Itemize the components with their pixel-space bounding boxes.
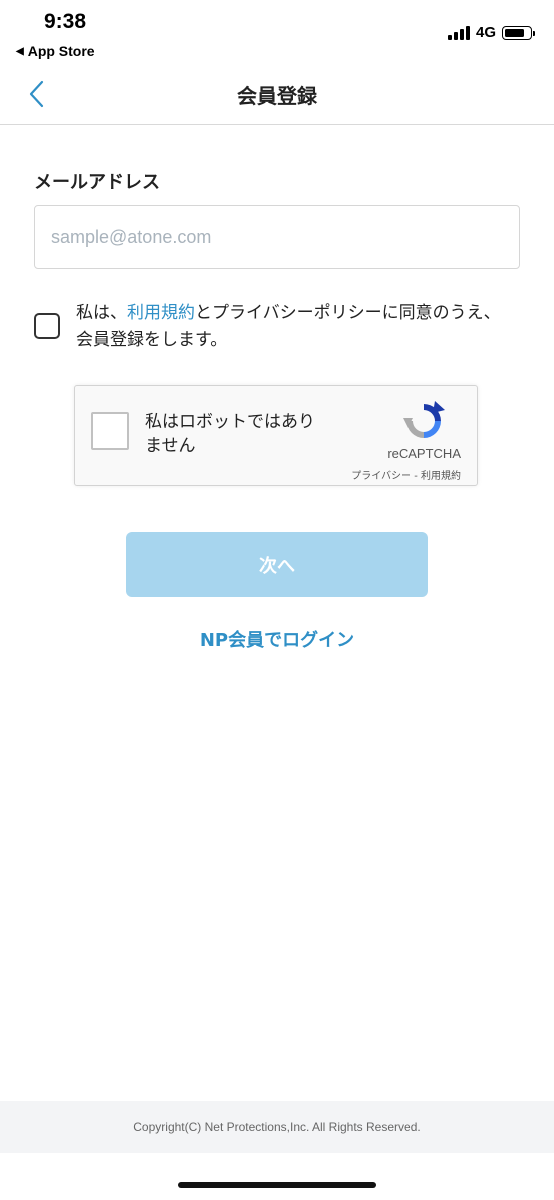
recaptcha-links[interactable]: プライバシー - 利用規約 xyxy=(351,467,461,482)
footer-copyright: Copyright(C) Net Protections,Inc. All Ri… xyxy=(0,1101,554,1153)
recaptcha-label-line1: 私はロボットではあり xyxy=(145,412,315,432)
recaptcha-logo-icon xyxy=(403,401,445,438)
battery-icon xyxy=(502,25,535,40)
network-type: 4G xyxy=(475,24,496,41)
terms-agreement-text: 私は、利用規約とプライバシーポリシーに同意のうえ、会員登録をします。 xyxy=(76,300,516,354)
page-title: 会員登録 xyxy=(237,84,317,108)
terms-link[interactable]: 利用規約 xyxy=(127,303,195,323)
recaptcha-label-line2: ません xyxy=(145,436,196,456)
next-button[interactable]: 次へ xyxy=(126,532,428,597)
email-field-wrapper xyxy=(34,205,520,269)
back-triangle-icon: ◀ xyxy=(16,45,24,57)
email-field[interactable] xyxy=(35,206,519,268)
navigation-bar: 会員登録 xyxy=(0,64,554,125)
recaptcha-label: 私はロボットではあり ません xyxy=(145,410,345,458)
back-app-label: App Store xyxy=(27,43,95,59)
status-time: 9:38 xyxy=(44,10,87,33)
terms-checkbox[interactable] xyxy=(34,313,60,339)
agree-prefix: 私は、 xyxy=(76,303,127,323)
home-indicator[interactable] xyxy=(178,1182,376,1188)
recaptcha-brand: reCAPTCHA xyxy=(387,446,461,461)
signal-icon xyxy=(447,25,470,40)
email-label: メールアドレス xyxy=(34,172,160,193)
back-to-app-link[interactable]: ◀ App Store xyxy=(16,43,95,59)
recaptcha-widget: 私はロボットではあり ません reCAPTCHA プライバシー - 利用規約 xyxy=(74,385,478,486)
status-indicators: 4G xyxy=(447,24,535,41)
np-login-link[interactable]: NP会員でログイン xyxy=(0,626,554,652)
recaptcha-checkbox[interactable] xyxy=(91,412,129,450)
